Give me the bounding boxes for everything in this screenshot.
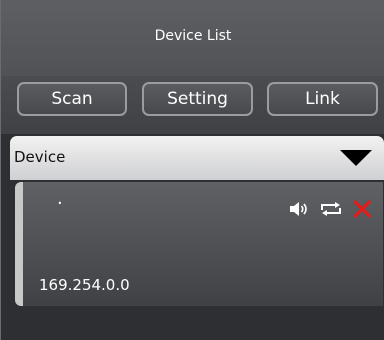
device-dropdown-value: Device xyxy=(14,148,66,166)
device-list-item[interactable]: . 169.254.0.0 xyxy=(15,182,383,306)
repeat-icon[interactable] xyxy=(319,201,343,217)
speaker-icon[interactable] xyxy=(289,201,309,217)
setting-button[interactable]: Setting xyxy=(142,82,253,116)
scan-button[interactable]: Scan xyxy=(17,82,127,116)
device-list-panel: Device List Scan Setting Link Device . 1… xyxy=(0,0,384,340)
toolbar: Scan Setting Link xyxy=(1,76,384,134)
device-name: . xyxy=(57,188,63,209)
page-title: Device List xyxy=(154,28,232,44)
device-actions xyxy=(289,200,371,218)
delete-icon[interactable] xyxy=(353,200,371,218)
device-dropdown[interactable]: Device xyxy=(10,136,384,180)
link-button[interactable]: Link xyxy=(267,82,378,116)
panel-header: Device List xyxy=(1,0,384,76)
device-ip: 169.254.0.0 xyxy=(39,276,130,294)
chevron-down-icon[interactable] xyxy=(340,150,372,166)
